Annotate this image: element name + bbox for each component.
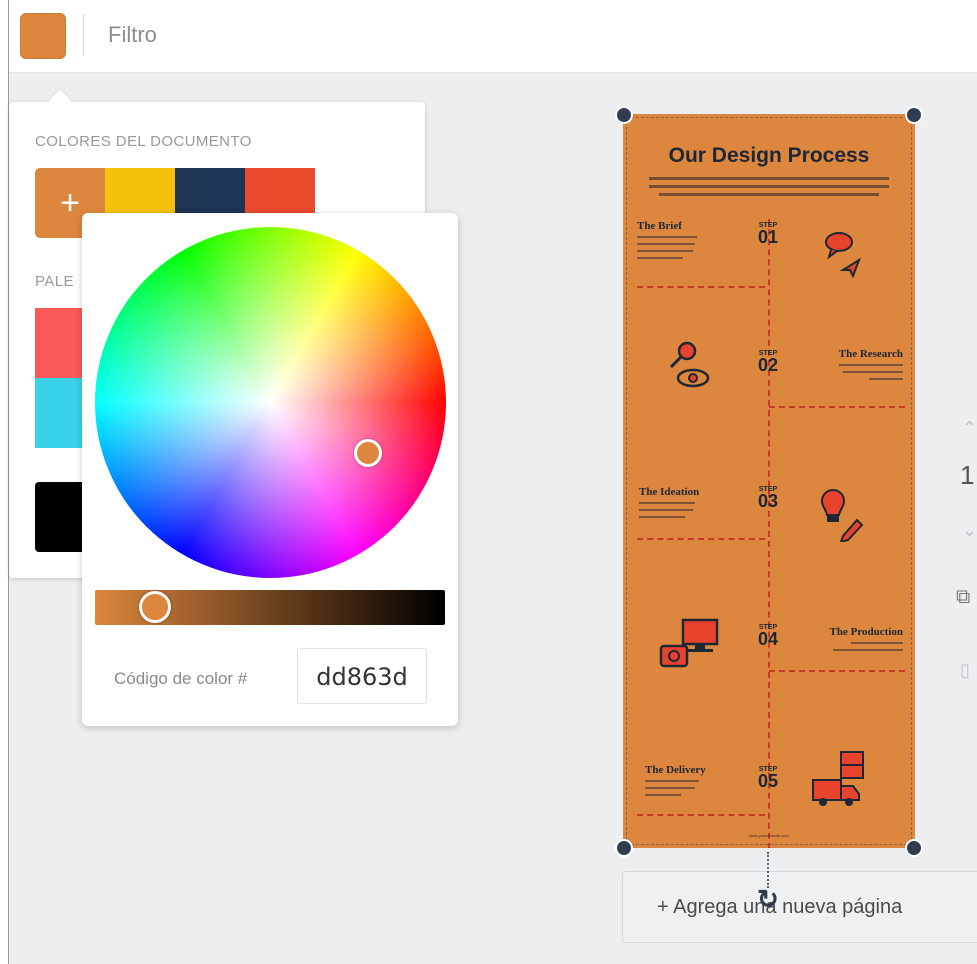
step-text-line [833,649,903,651]
timeline-line [768,219,770,848]
footer-text: www.yourwebsite.com [749,833,789,838]
step-number: STEP 03 [753,486,783,510]
resize-handle-bottom-left[interactable] [615,839,633,857]
step-connector [637,286,765,288]
step-title: The Brief [637,220,682,232]
toolbar-divider [83,14,84,56]
resize-handle-top-right[interactable] [905,106,923,124]
step-value: 04 [757,629,779,649]
add-page-button[interactable]: + Agrega una nueva página [622,871,977,943]
color-picker-popover: Código de color # dd863d [82,213,458,726]
move-up-icon[interactable]: ⌃ [962,418,977,439]
move-down-icon[interactable]: ⌄ [962,520,977,541]
step-text-line [645,787,695,789]
resize-handle-bottom-right[interactable] [905,839,923,857]
color-code-input[interactable]: dd863d [297,648,427,704]
document-footer: www.yourwebsite.com [623,833,915,838]
step-title: The Research [838,348,903,360]
step-value: 03 [757,491,779,511]
step-title: The Production [829,626,903,638]
document-colors-title: COLORES DEL DOCUMENTO [35,133,252,150]
plus-icon: + [60,183,80,222]
step-value: 02 [757,355,779,375]
step-text-line [851,642,903,644]
copy-page-icon[interactable]: ⧉ [956,586,970,609]
intro-text-line [659,193,879,196]
step-connector [637,814,765,816]
step-text-line [637,236,697,238]
step-title: The Delivery [645,764,706,776]
camera-monitor-icon [659,618,719,668]
rotate-icon[interactable]: ↻ [757,886,779,912]
step-text-line [637,250,693,252]
step-connector [769,670,905,672]
delete-page-icon[interactable]: ▯ [960,660,970,681]
step-text-line [645,794,681,796]
step-text-line [639,502,695,504]
step-text-line [637,243,695,245]
window-left-edge [0,0,9,964]
lightbulb-pencil-icon [820,488,864,542]
intro-text-line [649,177,889,180]
magnifier-eye-icon [669,341,710,388]
step-number: STEP 04 [753,624,783,648]
document-page[interactable]: Our Design Process The Brief STEP 01 STEP… [623,114,915,848]
step-connector [637,538,765,540]
hue-color-wheel[interactable] [95,227,446,578]
brightness-slider-handle[interactable] [139,591,171,623]
infographic-title: Our Design Process [668,144,870,167]
filter-button[interactable]: Filtro [108,22,157,48]
page-number: 1 [960,460,975,490]
add-page-label: + Agrega una nueva página [657,896,903,918]
palette-title: PALE [35,273,74,290]
step-text-line [637,257,683,259]
panel-arrow [48,89,72,113]
step-text-line [869,378,903,380]
step-number: STEP 02 [753,350,783,374]
step-number: STEP 01 [753,222,783,246]
step-connector [769,406,905,408]
step-text-line [639,509,693,511]
delivery-truck-icon [812,751,864,806]
resize-handle-top-left[interactable] [615,106,633,124]
current-color-button[interactable] [20,13,66,59]
step-text-line [843,371,903,373]
step-text-line [639,516,685,518]
step-text-line [839,364,903,366]
color-code-label: Código de color # [114,669,248,688]
step-value: 05 [757,771,779,791]
step-title: The Ideation [639,486,700,498]
step-value: 01 [757,227,779,247]
chat-bubble-icon [825,232,861,279]
intro-text-line [649,185,889,188]
step-number: STEP 05 [753,766,783,790]
step-text-line [645,780,699,782]
editor-toolbar: Filtro [9,0,977,73]
rotate-connector [767,852,769,888]
color-wheel-handle[interactable] [354,439,382,467]
